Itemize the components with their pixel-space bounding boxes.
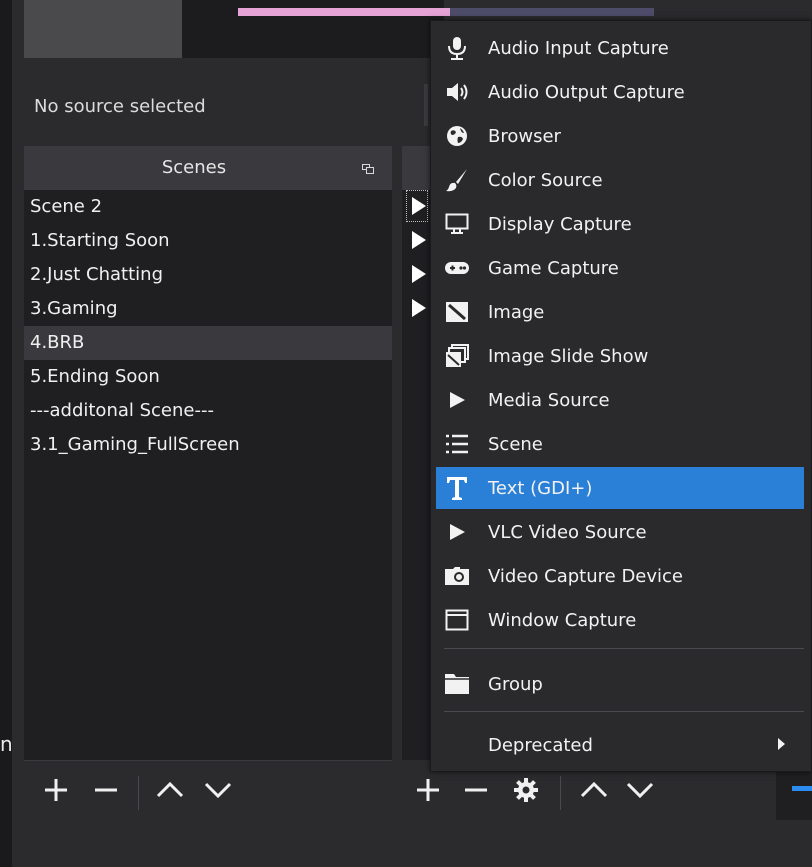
- minus-icon: [465, 788, 487, 792]
- gamepad-icon: [445, 262, 469, 274]
- remove-source-button[interactable]: [456, 770, 496, 810]
- menu-item-vlc-video-source[interactable]: VLC Video Source: [436, 511, 804, 553]
- menu-item-label: Video Capture Device: [488, 565, 684, 587]
- menu-item-browser[interactable]: Browser: [436, 115, 804, 157]
- scene-item[interactable]: Scene 2: [24, 190, 392, 224]
- menu-separator: [444, 648, 804, 649]
- chevron-up-icon: [156, 781, 184, 798]
- transition-progress-track: [450, 8, 654, 16]
- menu-item-deprecated[interactable]: Deprecated: [436, 724, 804, 766]
- chevron-up-icon: [580, 781, 608, 798]
- menu-item-group[interactable]: Group: [436, 663, 804, 705]
- menu-item-label: Media Source: [488, 389, 610, 411]
- camera-icon: [445, 567, 469, 585]
- menu-item-label: Browser: [488, 125, 561, 147]
- scene-item[interactable]: 1.Starting Soon: [24, 224, 392, 258]
- play-icon: [450, 392, 465, 408]
- menu-item-label: Window Capture: [488, 609, 637, 631]
- menu-item-audio-output-capture[interactable]: Audio Output Capture: [436, 71, 804, 113]
- plus-icon: [45, 779, 67, 801]
- window-icon: [445, 609, 469, 631]
- properties-separator: [424, 84, 428, 126]
- menu-item-color-source[interactable]: Color Source: [436, 159, 804, 201]
- toolbar-separator: [560, 776, 561, 810]
- cutoff-label-fragment: n: [0, 732, 13, 756]
- menu-item-label: Game Capture: [488, 257, 619, 279]
- move-scene-down-button[interactable]: [198, 770, 238, 810]
- paintbrush-icon: [446, 169, 467, 192]
- microphone-icon: [448, 37, 466, 60]
- add-scene-button[interactable]: [36, 770, 76, 810]
- source-properties-button[interactable]: [506, 770, 546, 810]
- scene-item[interactable]: 3.Gaming: [24, 292, 392, 326]
- menu-item-display-capture[interactable]: Display Capture: [436, 203, 804, 245]
- dock-float-icon[interactable]: [362, 164, 374, 174]
- source-visibility-icon[interactable]: [412, 265, 426, 283]
- scene-item[interactable]: 5.Ending Soon: [24, 360, 392, 394]
- scene-item[interactable]: 3.1_Gaming_FullScreen: [24, 428, 392, 462]
- image-icon: [446, 302, 468, 322]
- menu-item-label: VLC Video Source: [488, 521, 647, 543]
- menu-item-scene[interactable]: Scene: [436, 423, 804, 465]
- menu-item-text-gdi-highlighted[interactable]: Text (GDI+): [436, 467, 804, 509]
- speaker-icon: [447, 83, 468, 101]
- transition-progress-fill: [238, 8, 450, 16]
- gear-icon: [514, 778, 538, 802]
- menu-item-media-source[interactable]: Media Source: [436, 379, 804, 421]
- menu-item-video-capture-device[interactable]: Video Capture Device: [436, 555, 804, 597]
- chevron-down-icon: [204, 782, 232, 799]
- minus-icon: [95, 788, 117, 792]
- move-scene-up-button[interactable]: [150, 770, 190, 810]
- volume-meter-indicator: [792, 786, 812, 791]
- list-icon: [446, 434, 468, 454]
- text-icon: [447, 477, 467, 500]
- menu-item-label: Color Source: [488, 169, 603, 191]
- menu-item-label: Scene: [488, 433, 543, 455]
- plus-icon: [417, 779, 439, 801]
- scene-item[interactable]: ---additonal Scene---: [24, 394, 392, 428]
- slideshow-icon: [446, 344, 469, 367]
- menu-item-label: Text (GDI+): [488, 477, 593, 499]
- menu-item-label: Audio Input Capture: [488, 37, 669, 59]
- scene-item[interactable]: 2.Just Chatting: [24, 258, 392, 292]
- move-source-down-button[interactable]: [620, 770, 660, 810]
- menu-item-audio-input-capture[interactable]: Audio Input Capture: [436, 27, 804, 69]
- monitor-icon: [445, 213, 469, 234]
- no-source-selected-label: No source selected: [34, 96, 206, 117]
- source-visibility-icon[interactable]: [412, 231, 426, 249]
- toolbar-separator: [138, 776, 139, 810]
- obs-window: n No source selected Scenes Scene 2 1.St…: [0, 0, 812, 867]
- play-icon: [450, 524, 465, 540]
- chevron-down-icon: [626, 782, 654, 799]
- source-visibility-icon[interactable]: [412, 197, 426, 215]
- source-visibility-icon[interactable]: [412, 299, 426, 317]
- globe-icon: [447, 126, 467, 146]
- menu-item-label: Image Slide Show: [488, 345, 649, 367]
- menu-item-game-capture[interactable]: Game Capture: [436, 247, 804, 289]
- menu-item-label: Audio Output Capture: [488, 81, 685, 103]
- move-source-up-button[interactable]: [574, 770, 614, 810]
- menu-item-label: Group: [488, 673, 543, 695]
- menu-item-image[interactable]: Image: [436, 291, 804, 333]
- submenu-arrow-icon: [778, 738, 785, 750]
- menu-item-label: Deprecated: [488, 734, 593, 756]
- folder-icon: [445, 674, 469, 694]
- menu-separator: [444, 711, 804, 712]
- remove-scene-button[interactable]: [86, 770, 126, 810]
- scene-item-selected[interactable]: 4.BRB: [24, 326, 392, 360]
- menu-item-label: Display Capture: [488, 213, 632, 235]
- add-source-button[interactable]: [408, 770, 448, 810]
- menu-item-label: Image: [488, 301, 545, 323]
- menu-item-window-capture[interactable]: Window Capture: [436, 599, 804, 641]
- scenes-dock-title: Scenes: [161, 157, 227, 178]
- menu-item-image-slide-show[interactable]: Image Slide Show: [436, 335, 804, 377]
